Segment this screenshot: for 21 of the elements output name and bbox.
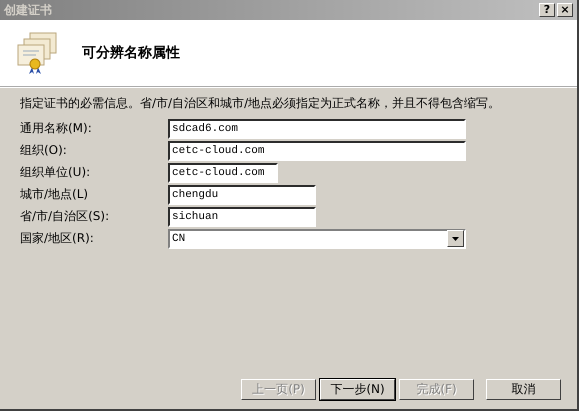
text-field[interactable]: sdcad6.com (168, 118, 466, 138)
cancel-button[interactable]: 取消 (486, 378, 561, 400)
country-dropdown[interactable]: CN (168, 228, 466, 248)
field-label: 组织(O): (20, 142, 68, 159)
close-button[interactable]: × (557, 3, 573, 17)
next-button[interactable]: 下一步(N) (320, 378, 395, 400)
field-label: 通用名称(M): (20, 120, 93, 137)
text-field[interactable]: cetc-cloud.com (168, 162, 278, 182)
help-button[interactable]: ? (539, 3, 555, 17)
field-label: 组织单位(U): (20, 164, 92, 181)
field-label: 省/市/自治区(S): (20, 208, 110, 225)
certificate-icon (16, 31, 58, 75)
text-field[interactable]: chengdu (168, 184, 316, 204)
dropdown-arrow-icon (447, 230, 464, 247)
field-label: 城市/地点(L) (20, 186, 90, 203)
instruction-text: 指定证书的必需信息。省/市/自治区和城市/地点必须指定为正式名称，并且不得包含缩写。 (20, 95, 502, 112)
page-heading: 可分辨名称属性 (82, 44, 180, 62)
text-field[interactable]: sichuan (168, 206, 316, 226)
window-title: 创建证书 (4, 2, 52, 18)
field-label: 国家/地区(R): (20, 230, 95, 247)
text-field[interactable]: cetc-cloud.com (168, 140, 466, 160)
